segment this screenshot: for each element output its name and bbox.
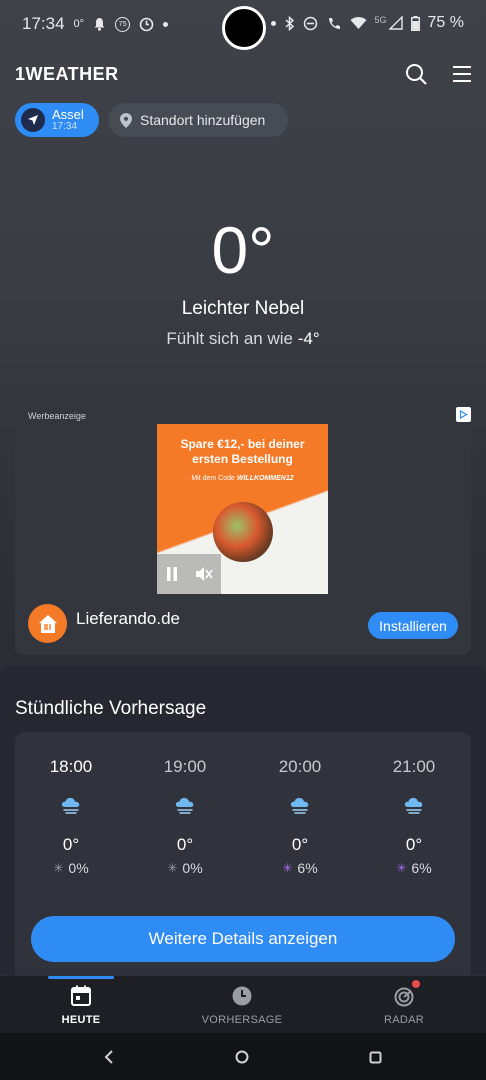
feels-like: Fühlt sich an wie -4° bbox=[0, 329, 486, 349]
clock-status-icon bbox=[139, 17, 154, 31]
hour-precip: ✳ 0% bbox=[26, 860, 116, 876]
navigation-arrow-icon bbox=[21, 108, 45, 132]
menu-button[interactable] bbox=[450, 62, 476, 88]
nav-label-forecast: VORHERSAGE bbox=[201, 1014, 283, 1026]
notification-badge-icon: 75 bbox=[115, 16, 131, 32]
ad-label: Werbeanzeige bbox=[28, 411, 86, 421]
hour-precip-value: 0% bbox=[182, 860, 203, 876]
nav-tab-radar[interactable]: RADAR bbox=[344, 976, 464, 1034]
battery-percent: 75 % bbox=[427, 14, 464, 31]
pause-icon[interactable] bbox=[165, 566, 179, 582]
home-circle-icon bbox=[235, 1050, 249, 1064]
camera-cutout bbox=[222, 6, 266, 50]
fog-cloud-icon bbox=[404, 797, 423, 814]
system-navigation-bar bbox=[0, 1033, 486, 1080]
ad-subtext: Mit dem Code WILLKOMMEN12 bbox=[157, 475, 328, 482]
ad-choices-icon[interactable] bbox=[456, 407, 471, 422]
radar-icon bbox=[394, 987, 414, 1007]
location-pin-icon bbox=[120, 112, 132, 128]
ad-video-controls bbox=[157, 554, 221, 594]
active-tab-indicator bbox=[48, 976, 114, 979]
hamburger-menu-icon bbox=[453, 66, 471, 82]
signal-icon bbox=[388, 16, 403, 30]
hour-precip-value: 6% bbox=[411, 860, 432, 876]
status-time: 17:34 bbox=[22, 14, 65, 33]
location-chip-active[interactable]: Assel 17:34 bbox=[15, 103, 99, 137]
hour-time: 18:00 bbox=[49, 757, 93, 776]
recents-button[interactable] bbox=[365, 1047, 385, 1067]
nav-tab-forecast[interactable]: VORHERSAGE bbox=[182, 976, 302, 1034]
ad-subtext-prefix: Mit dem Code bbox=[191, 475, 235, 482]
battery-icon bbox=[410, 15, 420, 31]
bluetooth-icon bbox=[285, 15, 294, 31]
status-dot-icon bbox=[270, 20, 276, 26]
ad-brand-name: Lieferando.de bbox=[76, 609, 180, 628]
back-chevron-icon bbox=[104, 1050, 113, 1064]
location-name: Assel bbox=[52, 107, 84, 122]
do-not-disturb-icon bbox=[303, 16, 317, 30]
snowflake-icon: ✳ bbox=[53, 861, 64, 875]
fog-cloud-icon bbox=[61, 797, 80, 814]
hour-precip: ✳ 6% bbox=[255, 860, 345, 876]
feels-like-value: -4° bbox=[297, 329, 320, 348]
location-time: 17:34 bbox=[52, 121, 78, 132]
current-condition: Leichter Nebel bbox=[181, 298, 305, 319]
ad-promo-code: WILLKOMMEN12 bbox=[236, 475, 294, 482]
add-location-chip[interactable]: Standort hinzufügen bbox=[108, 103, 288, 137]
wifi-icon bbox=[350, 17, 367, 29]
status-temp: 0° bbox=[73, 18, 85, 30]
hour-precip: ✳ 6% bbox=[369, 860, 459, 876]
add-location-label: Standort hinzufügen bbox=[140, 112, 266, 128]
feels-like-label: Fühlt sich an wie bbox=[166, 329, 293, 348]
ad-card[interactable]: Werbeanzeige Spare €12,- bei deiner erst… bbox=[15, 407, 471, 655]
calendar-icon bbox=[71, 985, 91, 1006]
more-notifications-dot-icon bbox=[163, 21, 169, 27]
snowflake-icon: ✳ bbox=[396, 861, 407, 875]
bottom-navigation: HEUTE VORHERSAGE RADAR bbox=[0, 975, 486, 1033]
more-details-button[interactable]: Weitere Details anzeigen bbox=[31, 916, 455, 962]
nav-label-radar: RADAR bbox=[383, 1014, 424, 1026]
hour-temp: 0° bbox=[291, 835, 309, 854]
ad-banner-image[interactable]: Spare €12,- bei deiner ersten Bestellung… bbox=[157, 424, 328, 594]
hour-temp: 0° bbox=[405, 835, 423, 854]
snowflake-icon: ✳ bbox=[282, 861, 293, 875]
snowflake-icon: ✳ bbox=[167, 861, 178, 875]
hour-time: 20:00 bbox=[278, 757, 322, 776]
hour-precip-value: 6% bbox=[297, 860, 318, 876]
network-type: 5G bbox=[374, 15, 387, 25]
fog-cloud-icon bbox=[290, 797, 309, 814]
hour-temp: 0° bbox=[62, 835, 80, 854]
ad-headline-line-2: ersten Bestellung bbox=[192, 452, 293, 466]
install-button[interactable]: Installieren bbox=[368, 612, 458, 639]
nav-label-today: HEUTE bbox=[61, 1014, 101, 1026]
recents-square-icon bbox=[369, 1051, 381, 1063]
ad-headline: Spare €12,- bei deiner ersten Bestellung bbox=[157, 437, 328, 467]
hour-precip: ✳ 0% bbox=[140, 860, 230, 876]
ad-headline-line-1: Spare €12,- bei deiner bbox=[180, 437, 305, 451]
search-icon bbox=[406, 64, 427, 85]
wifi-calling-icon bbox=[328, 17, 340, 29]
search-button[interactable] bbox=[404, 62, 430, 88]
fog-cloud-icon bbox=[175, 797, 194, 814]
app-logo: 1WEATHER bbox=[15, 64, 119, 84]
lieferando-logo-icon bbox=[28, 604, 67, 643]
hour-time: 21:00 bbox=[392, 757, 436, 776]
nav-tab-today[interactable]: HEUTE bbox=[21, 976, 141, 1034]
food-bowl-image bbox=[213, 502, 273, 562]
current-temperature: 0° bbox=[211, 213, 275, 287]
clock-icon bbox=[232, 986, 252, 1006]
bell-icon bbox=[94, 18, 105, 31]
radar-notification-dot bbox=[412, 980, 420, 988]
mute-icon[interactable] bbox=[195, 566, 213, 582]
hour-time: 19:00 bbox=[163, 757, 207, 776]
hour-precip-value: 0% bbox=[68, 860, 89, 876]
back-button[interactable] bbox=[99, 1047, 119, 1067]
status-bar: 17:34 0° 75 5G 75 % bbox=[0, 0, 486, 50]
home-button[interactable] bbox=[232, 1047, 252, 1067]
hour-temp: 0° bbox=[176, 835, 194, 854]
hourly-title: Stündliche Vorhersage bbox=[15, 698, 207, 719]
